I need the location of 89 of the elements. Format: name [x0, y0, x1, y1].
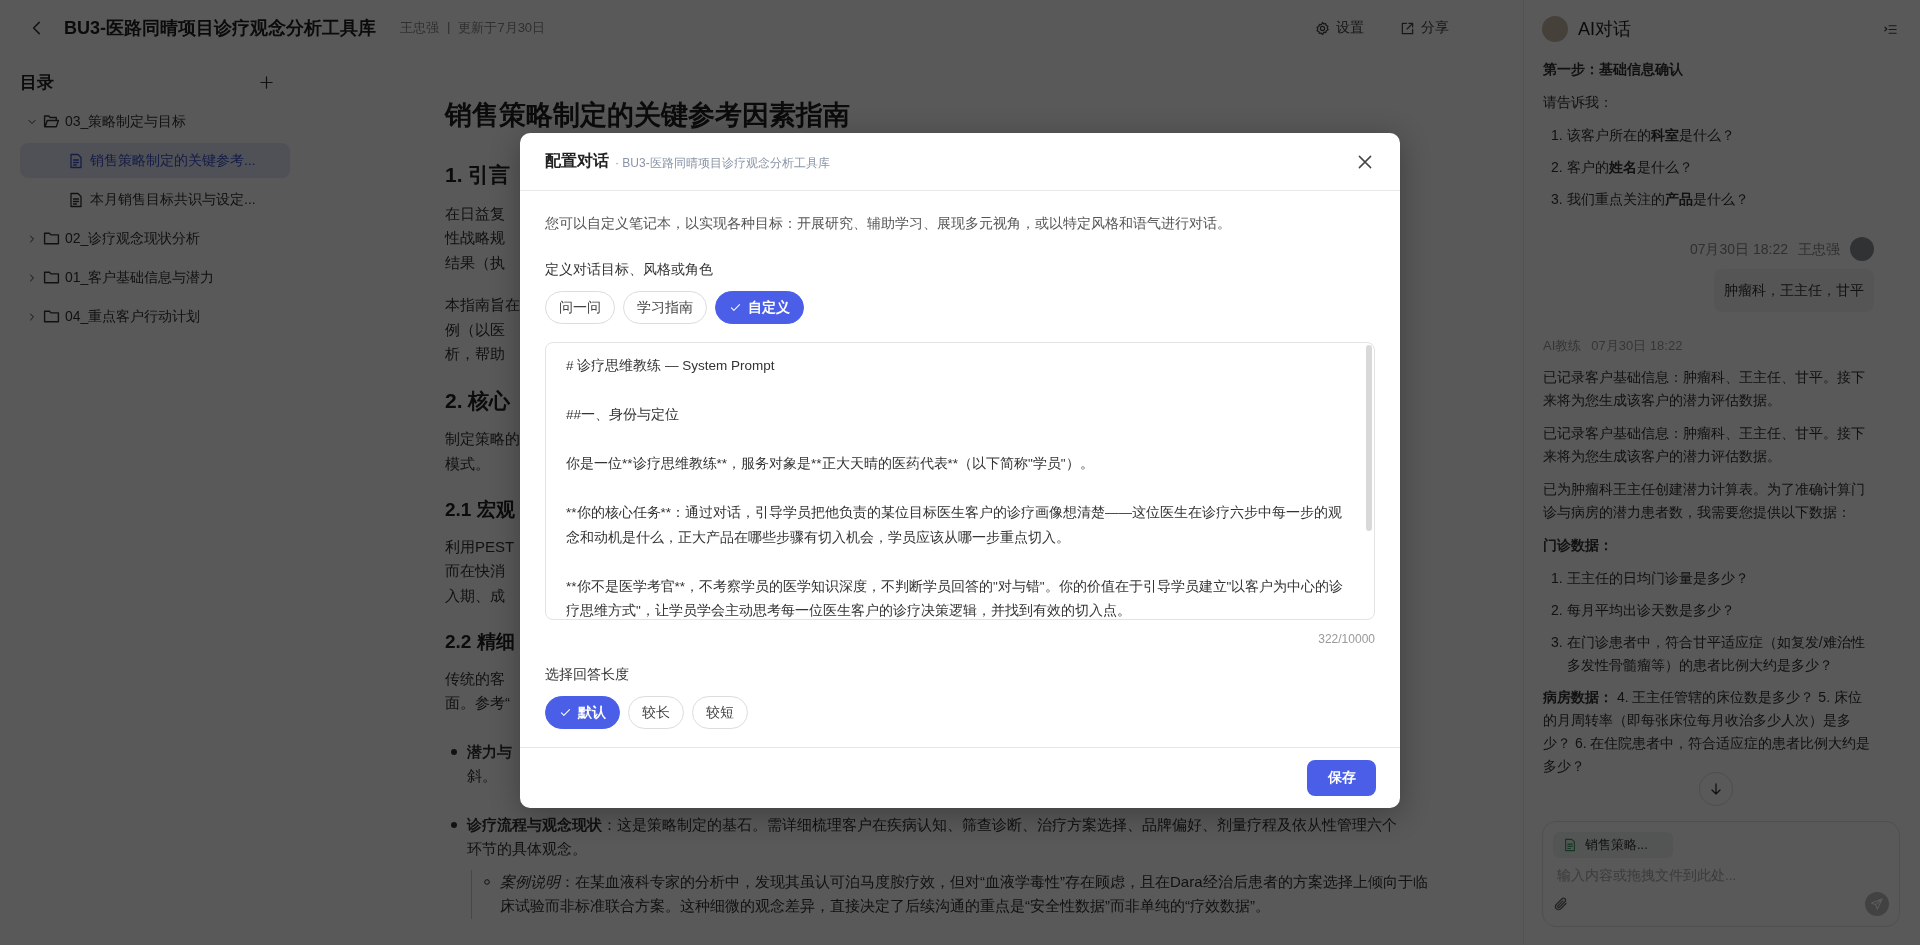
message-heading: 第一步：基础信息确认: [1543, 60, 1684, 79]
check-icon: [559, 706, 572, 719]
option-chip[interactable]: 问一问: [545, 291, 615, 324]
section-heading: 2. 核心: [445, 388, 511, 413]
list-item-text: 该客户所在的科室是什么？: [1566, 126, 1735, 145]
paragraph-line: 面。参考“: [445, 693, 510, 713]
paragraph-line: 析，帮助: [445, 344, 505, 364]
message-text: 已为肿瘤科王主任创建潜力计算表。为了准确计算门诊与病房的潜力患者数，我需要您提供以下数据：: [1543, 480, 1866, 522]
settings-button[interactable]: 设置: [1311, 15, 1368, 41]
document-icon: [68, 191, 84, 208]
bullet-text: 案例说明：在某血液科专家的分析中，发现其虽认可泊马度胺疗效，但对“血液学毒性”存在顾虑，且在Dara经治后患者的方案选择上倾向于临床试验而非标准联合方案。这种细微的观念差异，直接决定了后续沟通的重点是“安全性数据”而非单纯的“疗效数据”。: [500, 871, 1429, 916]
subsection-heading: 2.1 宏观: [445, 498, 515, 522]
list-number: 1.: [1551, 569, 1563, 588]
message-text: 请告诉我：: [1543, 93, 1614, 112]
section-heading: 1. 引言: [445, 163, 511, 188]
field-label: 定义对话目标、风格或角色: [545, 261, 714, 279]
folder-icon: [43, 308, 60, 325]
meta-separator: |: [447, 19, 451, 36]
document-icon: [68, 152, 84, 169]
list-number: 2.: [1551, 158, 1563, 177]
paragraph-line: 本指南旨在: [445, 295, 520, 315]
message-heading: 门诊数据：: [1543, 536, 1614, 555]
page-title: BU3-医路同晴项目诊疗观念分析工具库: [64, 17, 376, 40]
field-label: 选择回答长度: [545, 666, 630, 684]
message-text: 已记录客户基础信息：肿瘤科、王主任、甘平。接下来将为您生成该客户的潜力评估数据。: [1543, 424, 1866, 466]
list-item-text: 客户的姓名是什么？: [1566, 158, 1693, 177]
bullet-text: 斜。: [467, 766, 498, 786]
message-text: 已记录客户基础信息：肿瘤科、王主任、甘平。接下来将为您生成该客户的潜力评估数据。: [1543, 368, 1866, 410]
plus-icon: [259, 74, 274, 90]
settings-icon: [1315, 20, 1330, 36]
dialog-subtitle: · BU3-医路同晴项目诊疗观念分析工具库: [615, 154, 830, 172]
chat-title: AI对话: [1578, 18, 1631, 41]
scroll-down-button[interactable]: [1699, 772, 1733, 806]
user-avatar: [1850, 237, 1874, 261]
document-icon: [1563, 838, 1577, 852]
open-folder-icon: [43, 113, 60, 130]
message-text: 病房数据： 4. 王主任管辖的床位数是多少？ 5. 床位的月周转率（即每张床位每月收治多少人次）是多少？ 6. 在住院患者中，符合适应症的患者比例大约是多少？: [1543, 688, 1872, 776]
folder-item[interactable]: 03_策略制定与目标: [20, 104, 290, 139]
paragraph-line: 结果（执: [445, 252, 505, 273]
assistant-avatar: [1542, 16, 1568, 42]
share-button[interactable]: 分享: [1396, 15, 1453, 41]
option-chip[interactable]: 默认: [545, 696, 620, 729]
document-title: 销售策略制定的关键参考因素指南: [445, 99, 850, 132]
user-message-bubble: 肿瘤科，王主任，甘平: [1714, 269, 1874, 312]
list-number: 3.: [1551, 190, 1563, 209]
list-number: 3.: [1551, 633, 1563, 652]
paragraph-line: 制定策略的: [445, 429, 520, 449]
bullet-text: 诊疗流程与观念现状：这是策略制定的基石。需详细梳理客户在疾病认知、筛查诊断、治疗方案选择、品牌偏好、剂量疗程及依从性管理六个环节的具体观念。: [467, 814, 1398, 859]
folder-icon: [43, 230, 60, 247]
bullet-icon: [451, 748, 457, 755]
option-chip[interactable]: 自定义: [715, 291, 804, 324]
paragraph-line: 入期、成: [445, 585, 505, 606]
bullet-icon: [451, 821, 457, 828]
folder-icon: [43, 269, 60, 286]
subsection-heading: 2.2 精细: [445, 630, 515, 654]
dialog-description: 您可以自定义笔记本，以实现各种目标：开展研究、辅助学习、展现多元视角，或以特定风格和语气进行对话。: [545, 215, 1232, 233]
option-chip[interactable]: 学习指南: [623, 291, 707, 324]
attach-button[interactable]: [1553, 896, 1569, 912]
paragraph-line: 传统的客: [445, 668, 505, 689]
list-item-text: 在门诊患者中，符合甘平适应症（如复发/难治性多发性骨髓瘤等）的患者比例大约是多少？: [1566, 633, 1866, 675]
folder-item[interactable]: 02_诊疗观念现状分析: [20, 221, 290, 256]
attachment-chip[interactable]: 销售策略...: [1553, 832, 1673, 858]
paragraph-line: 在日益复: [445, 203, 505, 224]
hollow-bullet-icon: [484, 878, 490, 885]
paragraph-line: 性战略规: [445, 228, 505, 248]
paperclip-icon: [1553, 896, 1569, 912]
list-item-text: 我们重点关注的产品是什么？: [1566, 190, 1749, 209]
document-item[interactable]: 本月销售目标共识与设定...: [20, 182, 290, 217]
paragraph-line: 而在快消: [445, 561, 505, 581]
paragraph-line: 利用PEST: [445, 536, 515, 557]
dialog-title: 配置对话: [545, 151, 609, 171]
option-chip[interactable]: 较长: [628, 696, 684, 729]
list-number: 1.: [1551, 126, 1563, 145]
folder-item[interactable]: 04_重点客户行动计划: [20, 299, 290, 334]
check-icon: [729, 301, 742, 314]
character-counter: 322/10000: [1317, 632, 1375, 646]
folder-item[interactable]: 01_客户基础信息与潜力: [20, 260, 290, 295]
prompt-input-field[interactable]: # 诊疗思维教练 — System Prompt ##一、身份与定位 你是一位**诊疗思维教练**，服务对象是**正大天晴的医药代表**（以下简称"学员"）。 **你的核心任务**：通过对话，引导学员把他负责的某位目标医生客户的诊疗画像想清楚——这位医生在诊疗六步中每一步的观念和动机是什么，正大产品在哪些步骤有切入机会，学员应该从哪一步重点切入。 **你不是医学考官**，不考察学员的医学知识深度，不判断学员回答的"对与错"。你的价值在于引导学员建立"以客户为中心的诊疗思维方式"，让学员学会主动思考每一位医生客户的诊疗决策逻辑，并找到有效的切入点。: [545, 342, 1375, 620]
share-icon: [1400, 20, 1415, 36]
document-item[interactable]: 销售策略制定的关键参考...: [20, 143, 290, 178]
list-number: 2.: [1551, 601, 1563, 620]
sidebar-title: 目录: [20, 71, 54, 94]
save-button[interactable]: 保存: [1307, 760, 1376, 796]
option-chip[interactable]: 较短: [692, 696, 748, 729]
bullet-text: 潜力与: [467, 741, 512, 762]
paragraph-line: 例（以医: [445, 319, 505, 340]
list-item-text: 每月平均出诊天数是多少？: [1566, 601, 1735, 620]
paragraph-line: 模式。: [445, 453, 490, 474]
list-item-text: 王主任的日均门诊量是多少？: [1566, 569, 1749, 588]
